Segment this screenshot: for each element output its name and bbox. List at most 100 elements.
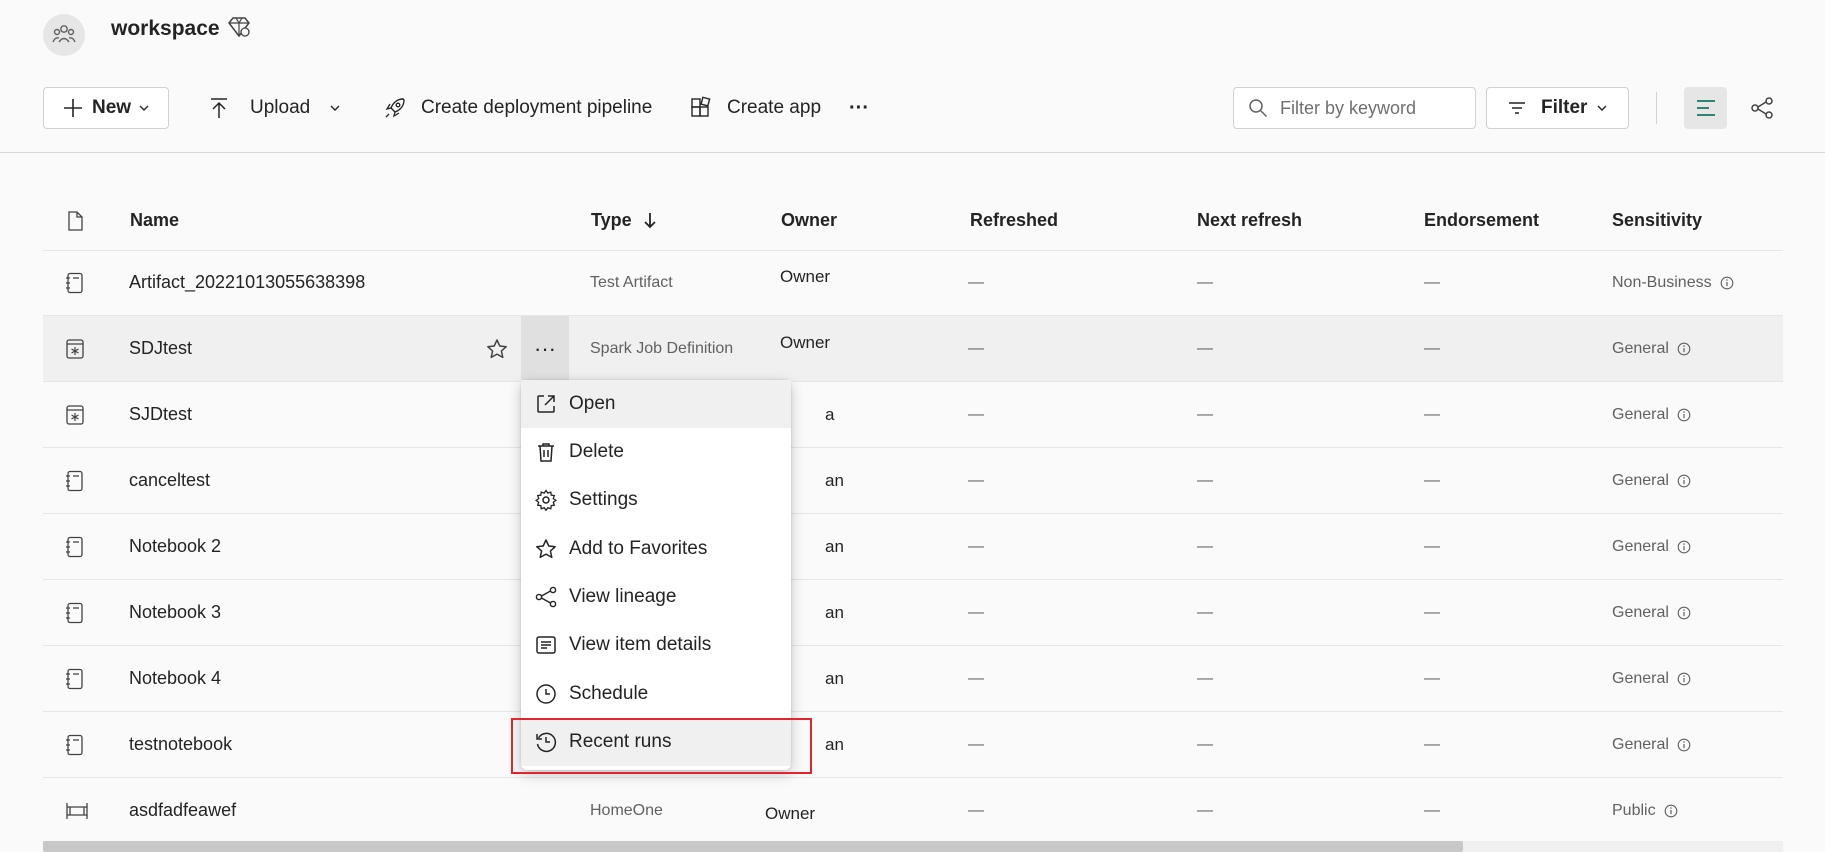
sensitivity-label: General [1612,669,1669,687]
table-row[interactable]: Notebook 3 an — — — General [43,580,1783,646]
menu-item-settings-label: Settings [569,489,638,510]
lineage-view-button[interactable] [1740,87,1783,129]
upload-button[interactable]: Upload [208,87,342,129]
item-owner: an [825,734,844,754]
favorite-star-icon[interactable] [486,316,508,381]
item-sensitivity[interactable]: General [1612,316,1691,381]
info-icon[interactable] [1677,474,1691,488]
item-owner: an [825,536,844,556]
row-more-options-button[interactable]: ··· [521,316,569,382]
info-icon[interactable] [1677,606,1691,620]
item-next-refresh: — [1197,735,1213,753]
item-name[interactable]: SDJtest [129,316,192,381]
new-button-label: New [92,97,132,118]
sensitivity-label: General [1612,471,1669,489]
item-sensitivity[interactable]: General [1612,712,1691,777]
column-header-name[interactable]: Name [130,206,179,234]
item-next-refresh: — [1197,801,1213,819]
sensitivity-label: General [1612,537,1669,555]
horizontal-scrollbar-thumb[interactable] [43,841,1463,852]
menu-item-delete[interactable]: Delete [521,428,791,476]
item-next-refresh: — [1197,603,1213,621]
info-icon[interactable] [1677,540,1691,554]
sensitivity-label: General [1612,735,1669,753]
filter-button[interactable]: Filter [1486,87,1629,129]
item-refreshed: — [968,537,984,555]
item-name[interactable]: SJDtest [129,382,192,447]
context-menu: Open Delete Settings Add to Favorites Vi… [521,380,791,770]
item-name[interactable]: Artifact_20221013055638398 [129,250,365,315]
item-sensitivity[interactable]: General [1612,514,1691,579]
menu-item-schedule-label: Schedule [569,683,649,704]
workspace-title: workspace [111,17,220,40]
table-row[interactable]: Notebook 4 an — — — General [43,646,1783,712]
item-sensitivity[interactable]: Non-Business [1612,250,1734,315]
item-next-refresh: — [1197,537,1213,555]
workspace-premium-icon[interactable] [227,15,251,39]
menu-item-add-to-favorites[interactable]: Add to Favorites [521,525,791,573]
info-icon[interactable] [1664,804,1678,818]
info-icon[interactable] [1677,672,1691,686]
table-row[interactable]: Artifact_20221013055638398 Test Artifact O… [43,250,1783,316]
menu-item-view-lineage[interactable]: View lineage [521,573,791,621]
column-header-type[interactable]: Type [591,206,658,234]
item-next-refresh: — [1197,669,1213,687]
item-refreshed: — [968,405,984,423]
item-endorsement: — [1424,405,1440,423]
item-refreshed: — [968,801,984,819]
app-icon [691,96,711,117]
list-view-icon [1696,100,1715,116]
column-header-sensitivity[interactable]: Sensitivity [1612,206,1702,234]
menu-item-schedule[interactable]: Schedule [521,670,791,718]
create-app-button[interactable]: Create app [689,87,821,129]
info-icon[interactable] [1677,738,1691,752]
item-endorsement: — [1424,669,1440,687]
item-endorsement: — [1424,273,1440,291]
item-next-refresh: — [1197,405,1213,423]
table-row[interactable]: SJDtest a — — — General [43,382,1783,448]
item-name[interactable]: Notebook 2 [129,514,221,579]
info-icon[interactable] [1720,276,1734,290]
table-row[interactable]: testnotebook an — — — General [43,712,1783,778]
item-endorsement: — [1424,603,1440,621]
column-header-endorsement[interactable]: Endorsement [1424,206,1539,234]
item-name[interactable]: testnotebook [129,712,232,777]
new-button[interactable]: New [43,87,169,129]
item-sensitivity[interactable]: Public [1612,778,1678,843]
item-name[interactable]: asdfadfeawef [129,778,236,843]
search-box[interactable] [1233,87,1476,129]
table-row[interactable]: asdfadfeawef HomeOne Owner — — — Public [43,778,1783,844]
item-type: HomeOne [590,801,663,819]
info-icon[interactable] [1677,342,1691,356]
table-row[interactable]: SDJtest ··· Spark Job Definition Owner — — — Ge… [43,316,1783,382]
item-name[interactable]: Notebook 3 [129,580,221,645]
column-header-owner[interactable]: Owner [781,206,837,234]
item-sensitivity[interactable]: General [1612,580,1691,645]
menu-item-settings[interactable]: Settings [521,476,791,524]
column-header-next-refresh[interactable]: Next refresh [1197,206,1302,234]
column-header-refreshed[interactable]: Refreshed [970,206,1058,234]
chevron-down-icon [1597,105,1607,111]
sensitivity-label: Public [1612,801,1656,819]
trash-icon [533,439,559,465]
create-app-label: Create app [727,97,822,118]
more-options-button[interactable]: ··· [849,87,869,129]
spark-job-icon [65,382,85,447]
chevron-down-icon [330,105,340,111]
create-deployment-pipeline-button[interactable]: Create deployment pipeline [383,87,652,129]
menu-item-open[interactable]: Open [521,380,791,428]
list-view-button[interactable] [1684,87,1727,129]
item-name[interactable]: canceltest [129,448,210,513]
item-sensitivity[interactable]: General [1612,646,1691,711]
table-row[interactable]: Notebook 2 an — — — General [43,514,1783,580]
info-icon[interactable] [1677,408,1691,422]
search-input[interactable] [1278,96,1462,120]
menu-item-view-item-details-label: View item details [569,634,712,655]
item-sensitivity[interactable]: General [1612,448,1691,513]
menu-item-view-item-details[interactable]: View item details [521,621,791,669]
item-name[interactable]: Notebook 4 [129,646,221,711]
item-type: Test Artifact [590,273,673,291]
table-row[interactable]: canceltest an — — — General [43,448,1783,514]
item-endorsement: — [1424,801,1440,819]
item-sensitivity[interactable]: General [1612,382,1691,447]
